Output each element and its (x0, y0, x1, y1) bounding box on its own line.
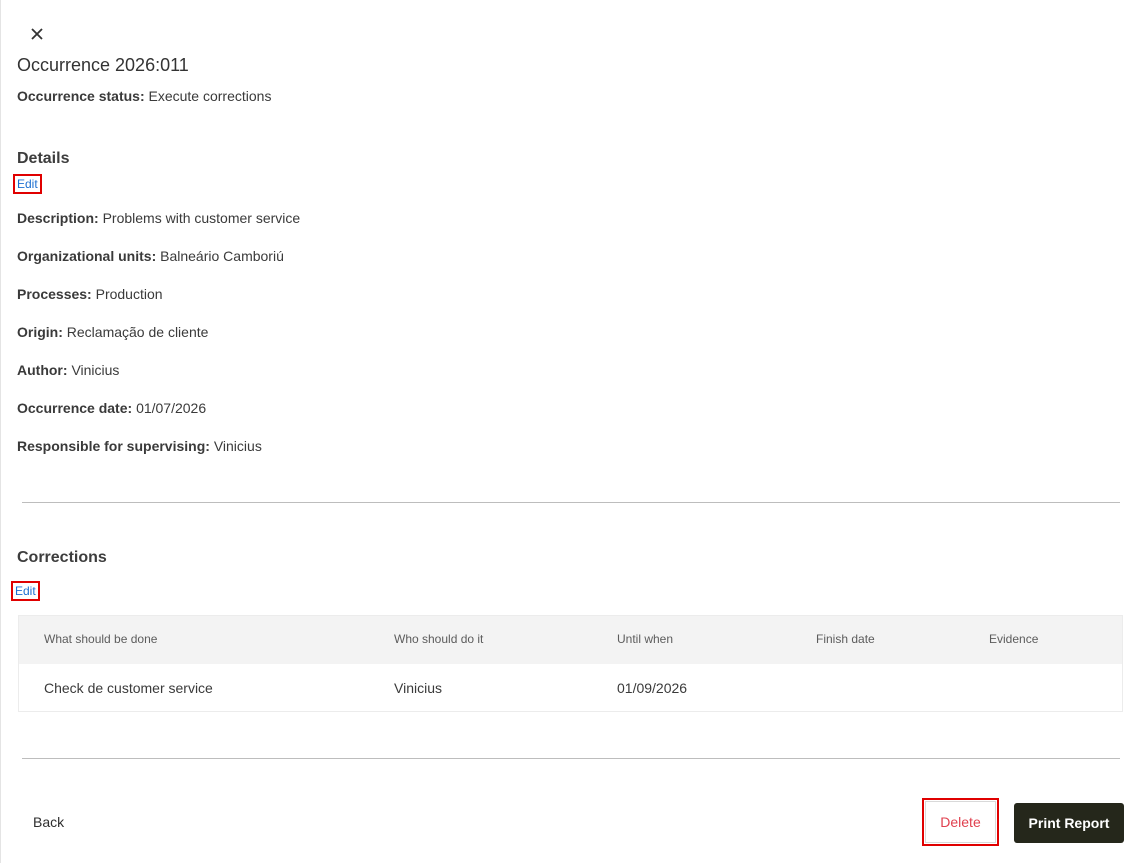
field-value: Reclamação de cliente (66, 324, 209, 340)
field-label: Author: (17, 362, 68, 378)
field-organizational-units: Organizational units: Balneário Camboriú (17, 248, 284, 264)
field-value: Vinicius (213, 438, 262, 454)
page-title: Occurrence 2026:011 (17, 55, 189, 75)
column-header-what: What should be done (44, 632, 158, 646)
field-value: Production (95, 286, 163, 302)
column-header-finish-date: Finish date (816, 632, 875, 646)
field-label: Organizational units: (17, 248, 157, 264)
field-label: Occurrence date: (17, 400, 133, 416)
field-occurrence-date: Occurrence date: 01/07/2026 (17, 400, 206, 416)
corrections-table: What should be done Who should do it Unt… (18, 615, 1123, 712)
column-header-who: Who should do it (394, 632, 484, 646)
field-processes: Processes: Production (17, 286, 163, 302)
field-label: Origin: (17, 324, 63, 340)
corrections-edit-link[interactable]: Edit (11, 581, 40, 601)
column-header-until: Until when (617, 632, 674, 646)
corrections-section-title: Corrections (17, 549, 107, 566)
status-value: Execute corrections (148, 88, 272, 104)
table-cell: Vinicius (394, 680, 442, 696)
field-author: Author: Vinicius (17, 362, 119, 378)
field-value: 01/07/2026 (136, 400, 207, 416)
field-description: Description: Problems with customer serv… (17, 210, 300, 226)
section-divider (22, 502, 1120, 503)
footer-divider (22, 758, 1120, 759)
field-value: Problems with customer service (102, 210, 301, 226)
delete-button-label: Delete (925, 801, 996, 843)
field-value: Balneário Camboriú (160, 248, 284, 264)
print-report-button[interactable]: Print Report (1014, 803, 1124, 843)
field-responsible-supervising: Responsible for supervising: Vinicius (17, 438, 262, 454)
field-label: Description: (17, 210, 99, 226)
status-label: Occurrence status: (17, 88, 145, 104)
field-label: Responsible for supervising: (17, 438, 210, 454)
table-header: What should be done Who should do it Unt… (19, 616, 1122, 664)
details-section-title: Details (17, 150, 70, 167)
delete-button[interactable]: Delete (922, 798, 999, 846)
close-button[interactable] (25, 22, 49, 46)
table-cell: 01/09/2026 (617, 680, 688, 696)
field-value: Vinicius (71, 362, 120, 378)
back-button[interactable]: Back (33, 814, 64, 830)
occurrence-status: Occurrence status: Execute corrections (17, 88, 271, 104)
close-icon (31, 28, 43, 40)
table-cell: Check de customer service (44, 680, 213, 696)
field-origin: Origin: Reclamação de cliente (17, 324, 208, 340)
column-header-evidence: Evidence (989, 632, 1039, 646)
field-label: Processes: (17, 286, 92, 302)
details-edit-link[interactable]: Edit (13, 174, 42, 194)
